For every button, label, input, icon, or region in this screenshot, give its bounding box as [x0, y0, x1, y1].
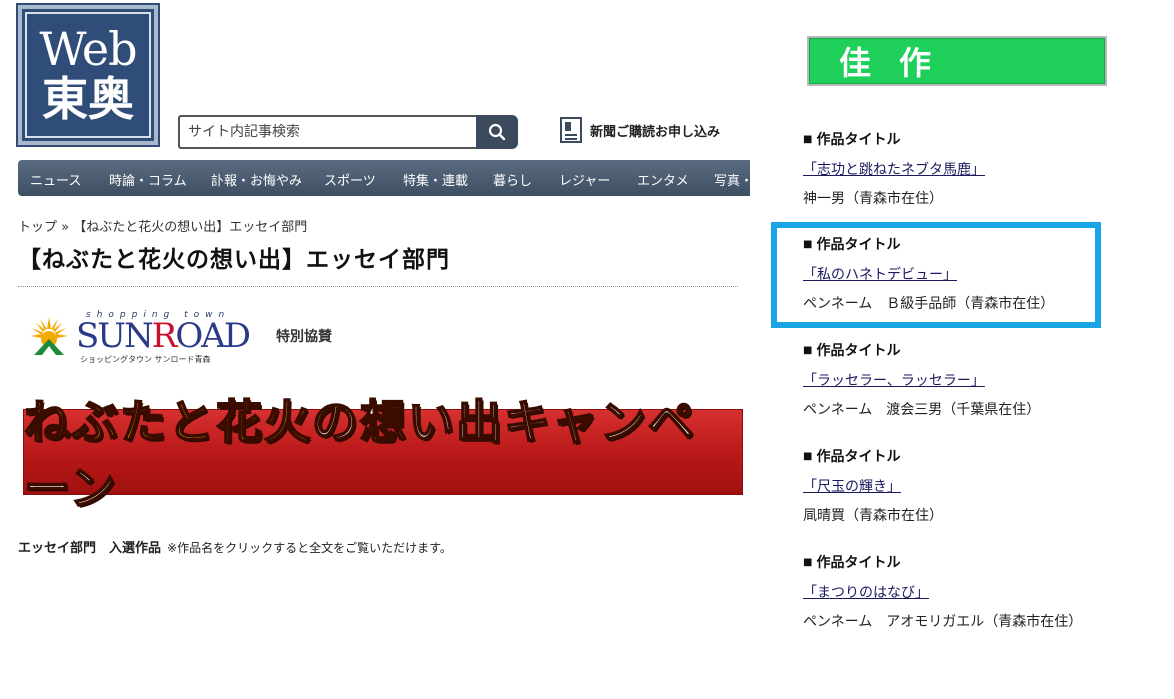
logo-line1: Web: [39, 22, 137, 76]
subscribe-link[interactable]: 新聞ご購読お申し込み: [560, 117, 720, 143]
search-form: [178, 115, 518, 149]
nav-item-sports[interactable]: スポーツ: [324, 170, 376, 189]
work-title-link[interactable]: 「尺玉の輝き」: [803, 479, 901, 495]
work-author: ペンネーム アオモリガエル（青森市在住）: [803, 614, 1083, 630]
search-icon: [488, 123, 506, 141]
nav-item-features[interactable]: 特集・連載: [403, 170, 468, 189]
work-item: 作品タイトル 「志功と跳ねたネブタ馬鹿」 神一男（青森市在住）: [803, 125, 1113, 213]
work-item: 作品タイトル 「私のハネトデビュー」 ペンネーム Ｂ級手品師（青森市在住）: [803, 230, 1113, 318]
work-label: 作品タイトル: [803, 125, 1113, 155]
sunroad-kana: ショッピングタウン サンロード青森: [80, 355, 211, 364]
entries-instruction: ※作品名をクリックすると全文をご覧いただけます。: [167, 541, 452, 555]
entries-note: エッセイ部門 入選作品 ※作品名をクリックすると全文をご覧いただけます。: [18, 537, 452, 556]
breadcrumb: トップ » 【ねぶたと花火の想い出】エッセイ部門: [18, 216, 307, 235]
award-heading: 佳作: [807, 36, 1107, 86]
sunroad-name: SUNROAD: [76, 316, 251, 356]
sponsor-block: shopping town SUNROAD ショッピングタウン サンロード青森 …: [28, 310, 332, 364]
work-author: ペンネーム Ｂ級手品師（青森市在住）: [803, 296, 1055, 312]
work-label: 作品タイトル: [803, 548, 1113, 578]
work-item: 作品タイトル 「ラッセラー、ラッセラー」 ペンネーム 渡会三男（千葉県在住）: [803, 336, 1113, 424]
sponsor-label: 特別協賛: [276, 329, 332, 345]
nav-item-leisure[interactable]: レジャー: [559, 170, 610, 189]
title-divider: [18, 286, 738, 287]
nav-item-obituary[interactable]: 訃報・お悔やみ: [211, 170, 302, 189]
search-button[interactable]: [476, 115, 518, 149]
work-label: 作品タイトル: [803, 230, 1113, 260]
work-item: 作品タイトル 「尺玉の輝き」 凬晴買（青森市在住）: [803, 442, 1113, 530]
work-title-link[interactable]: 「志功と跳ねたネブタ馬鹿」: [803, 162, 985, 178]
sunburst-logo-icon: [30, 317, 68, 355]
nav-item-photo[interactable]: 写真・: [714, 170, 750, 189]
entries-heading: エッセイ部門 入選作品: [18, 541, 162, 556]
work-author: ペンネーム 渡会三男（千葉県在住）: [803, 402, 1041, 418]
work-item: 作品タイトル 「まつりのはなび」 ペンネーム アオモリガエル（青森市在住）: [803, 548, 1113, 636]
work-title-link[interactable]: 「ラッセラー、ラッセラー」: [803, 373, 985, 389]
nav-item-life[interactable]: 暮らし: [493, 170, 532, 189]
nav-item-entertain[interactable]: エンタメ: [637, 170, 689, 189]
work-label: 作品タイトル: [803, 336, 1113, 366]
newspaper-icon: [560, 117, 582, 143]
campaign-banner: ねぶたと花火の想い出キャンペーン: [23, 394, 743, 516]
page-title: 【ねぶたと花火の想い出】エッセイ部門: [18, 247, 450, 273]
logo-line2: 東奥: [42, 72, 134, 126]
banner-title: ねぶたと花火の想い出キャンペーン: [23, 394, 696, 516]
work-title-link[interactable]: 「私のハネトデビュー」: [803, 267, 957, 283]
subscribe-label: 新聞ご購読お申し込み: [590, 124, 721, 140]
award-label: 佳作: [839, 44, 960, 82]
logo-inner: Web 東奥: [25, 12, 151, 138]
main-nav: ニュース 時論・コラム 訃報・お悔やみ スポーツ 特集・連載 暮らし レジャー …: [18, 160, 750, 196]
work-author: 凬晴買（青森市在住）: [803, 508, 943, 524]
breadcrumb-current: 【ねぶたと花火の想い出】エッセイ部門: [73, 220, 308, 235]
site-logo[interactable]: Web 東奥: [16, 3, 160, 147]
work-label: 作品タイトル: [803, 442, 1113, 472]
nav-item-news[interactable]: ニュース: [30, 170, 81, 189]
work-title-link[interactable]: 「まつりのはなび」: [803, 585, 929, 601]
search-input[interactable]: [178, 115, 476, 149]
work-author: 神一男（青森市在住）: [803, 191, 943, 207]
breadcrumb-separator: »: [61, 220, 70, 235]
breadcrumb-home[interactable]: トップ: [18, 220, 57, 235]
sunroad-wordmark: shopping town SUNROAD ショッピングタウン サンロード青森: [76, 310, 251, 364]
nav-item-column[interactable]: 時論・コラム: [109, 170, 187, 189]
